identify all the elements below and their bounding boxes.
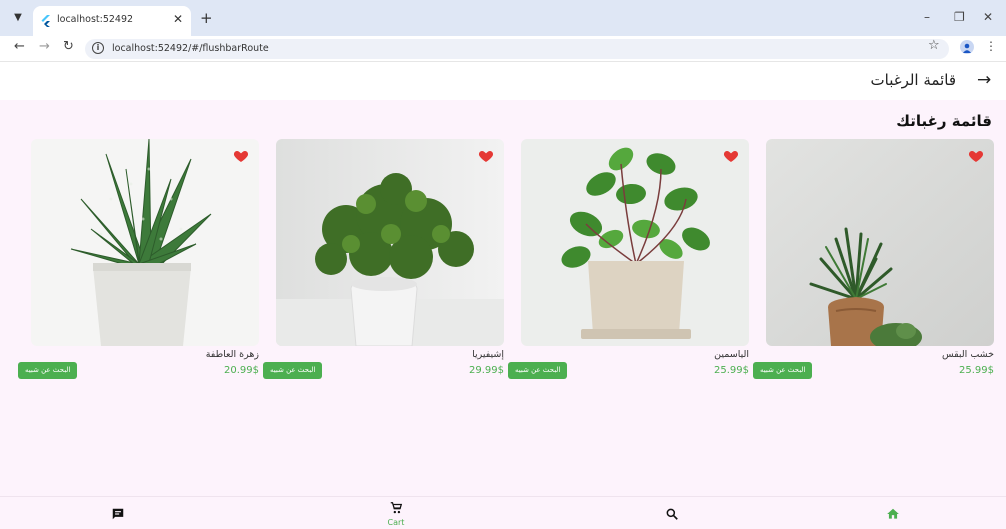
- browser-tab[interactable]: localhost:52492 ✕: [33, 6, 191, 36]
- boxwood-plant-image: [766, 139, 994, 346]
- bottom-navigation: Cart: [0, 496, 1006, 529]
- product-image[interactable]: [31, 139, 259, 346]
- chat-icon: [112, 508, 124, 520]
- product-card[interactable]: زهرة العاطفة 20.99$ البحث عن شبيه: [18, 139, 259, 379]
- browser-tab-strip: ▼ localhost:52492 ✕ + – ❐ ✕: [0, 0, 1006, 36]
- product-name: إشيفيريا: [472, 349, 504, 360]
- nav-cart[interactable]: Cart: [356, 497, 436, 529]
- back-arrow-icon[interactable]: →: [977, 70, 991, 90]
- find-similar-button[interactable]: البحث عن شبيه: [508, 362, 568, 379]
- product-image[interactable]: [276, 139, 504, 346]
- favorite-heart-icon[interactable]: [478, 148, 494, 164]
- home-icon: [887, 508, 899, 519]
- product-price: 25.99$: [714, 365, 749, 376]
- window-close-icon[interactable]: ✕: [983, 10, 993, 24]
- search-icon: [666, 508, 678, 520]
- favorite-heart-icon[interactable]: [723, 148, 739, 164]
- product-image[interactable]: [766, 139, 994, 346]
- flutter-favicon-icon: [41, 15, 50, 27]
- address-bar: ← → ↻ i localhost:52492/#/flushbarRoute: [0, 36, 1006, 62]
- favorite-heart-icon[interactable]: [968, 148, 984, 164]
- minimize-icon[interactable]: –: [924, 10, 930, 24]
- nav-home[interactable]: [853, 497, 933, 529]
- echeveria-plant-image: [276, 139, 504, 346]
- bookmark-star-icon[interactable]: ☆: [928, 38, 940, 53]
- product-price: 29.99$: [469, 365, 504, 376]
- product-card[interactable]: خشب البقس 25.99$ البحث عن شبيه: [753, 139, 994, 379]
- forward-icon[interactable]: →: [39, 39, 50, 54]
- wishlist-content: قائمة رغباتك خشب البقس 25.99$ البحث عن ش…: [0, 100, 1006, 496]
- product-image[interactable]: [521, 139, 749, 346]
- site-info-icon[interactable]: i: [92, 42, 104, 54]
- profile-avatar-icon[interactable]: [960, 40, 974, 54]
- favorite-heart-icon[interactable]: [233, 148, 249, 164]
- url-input[interactable]: i localhost:52492/#/flushbarRoute: [85, 39, 949, 59]
- product-card[interactable]: إشيفيريا 29.99$ البحث عن شبيه: [263, 139, 504, 379]
- product-price: 25.99$: [959, 365, 994, 376]
- find-similar-button[interactable]: البحث عن شبيه: [263, 362, 323, 379]
- app-bar: → قائمة الرغبات: [0, 62, 1006, 100]
- jasmine-plant-image: [521, 139, 749, 346]
- tab-title: localhost:52492: [57, 14, 134, 25]
- nav-search[interactable]: [632, 497, 712, 529]
- new-tab-icon[interactable]: +: [200, 10, 213, 26]
- page-title: قائمة الرغبات: [870, 71, 956, 89]
- find-similar-button[interactable]: البحث عن شبيه: [753, 362, 813, 379]
- product-card[interactable]: الياسمين 25.99$ البحث عن شبيه: [508, 139, 749, 379]
- cart-icon: [390, 502, 403, 514]
- product-name: الياسمين: [714, 349, 749, 360]
- passion-flower-plant-image: [31, 139, 259, 346]
- find-similar-button[interactable]: البحث عن شبيه: [18, 362, 78, 379]
- back-icon[interactable]: ←: [14, 39, 25, 54]
- person-icon: [963, 43, 971, 53]
- product-name: زهرة العاطفة: [205, 349, 259, 360]
- tab-close-icon[interactable]: ✕: [173, 12, 183, 26]
- nav-cart-label: Cart: [387, 518, 405, 527]
- tab-search-chevron-icon[interactable]: ▼: [10, 10, 26, 26]
- restore-icon[interactable]: ❐: [954, 10, 965, 24]
- reload-icon[interactable]: ↻: [63, 39, 74, 54]
- product-price: 20.99$: [224, 365, 259, 376]
- url-text: localhost:52492/#/flushbarRoute: [112, 43, 269, 54]
- product-name: خشب البقس: [941, 349, 994, 360]
- nav-chat[interactable]: [78, 497, 158, 529]
- browser-menu-icon[interactable]: ⋮: [985, 39, 997, 53]
- section-title: قائمة رغباتك: [896, 112, 992, 130]
